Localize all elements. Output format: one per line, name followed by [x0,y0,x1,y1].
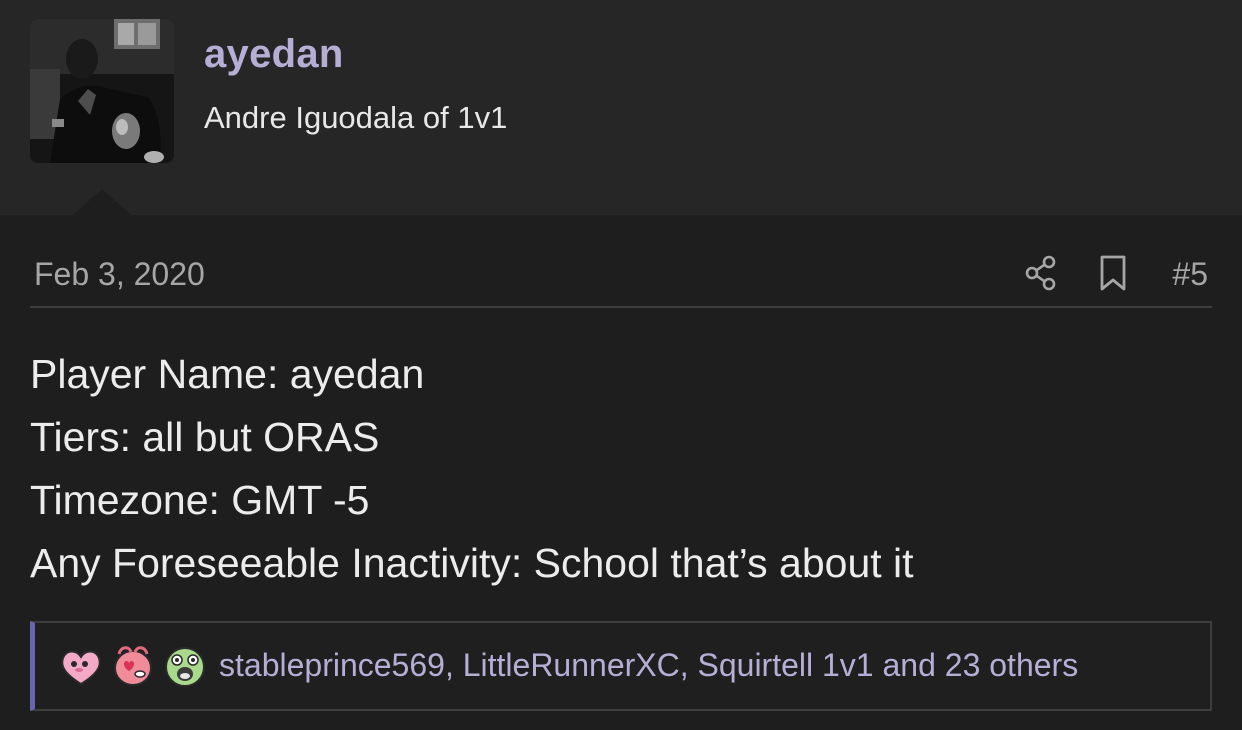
user-header: ayedan Andre Iguodala of 1v1 [0,0,1242,215]
like-heart-reaction-icon[interactable] [57,640,105,692]
reactions-summary-link[interactable]: stableprince569, LittleRunnerXC, Squirte… [219,647,1078,684]
header-pointer-arrow [72,189,132,216]
post-line-timezone: Timezone: GMT -5 [30,477,370,523]
love-reaction-icon[interactable] [109,640,157,692]
post-line-player-name: Player Name: ayedan [30,351,425,397]
user-title: Andre Iguodala of 1v1 [204,100,508,135]
avatar[interactable] [30,19,174,163]
username[interactable]: ayedan [204,32,344,77]
post-number-link[interactable]: #5 [1172,256,1208,293]
user-avatar-photo [30,19,174,163]
share-icon[interactable] [1024,254,1058,292]
post-meta-bar: Feb 3, 2020 #5 [30,248,1212,308]
surprised-reaction-icon[interactable] [161,640,209,692]
post-date[interactable]: Feb 3, 2020 [34,256,205,293]
post-line-inactivity: Any Foreseeable Inactivity: School that’… [30,540,914,586]
reaction-icons [57,640,209,692]
reactions-bar: stableprince569, LittleRunnerXC, Squirte… [30,621,1212,711]
bookmark-icon[interactable] [1098,254,1128,292]
post-body: Player Name: ayedan Tiers: all but ORAS … [30,343,1212,595]
post-line-tiers: Tiers: all but ORAS [30,414,380,460]
